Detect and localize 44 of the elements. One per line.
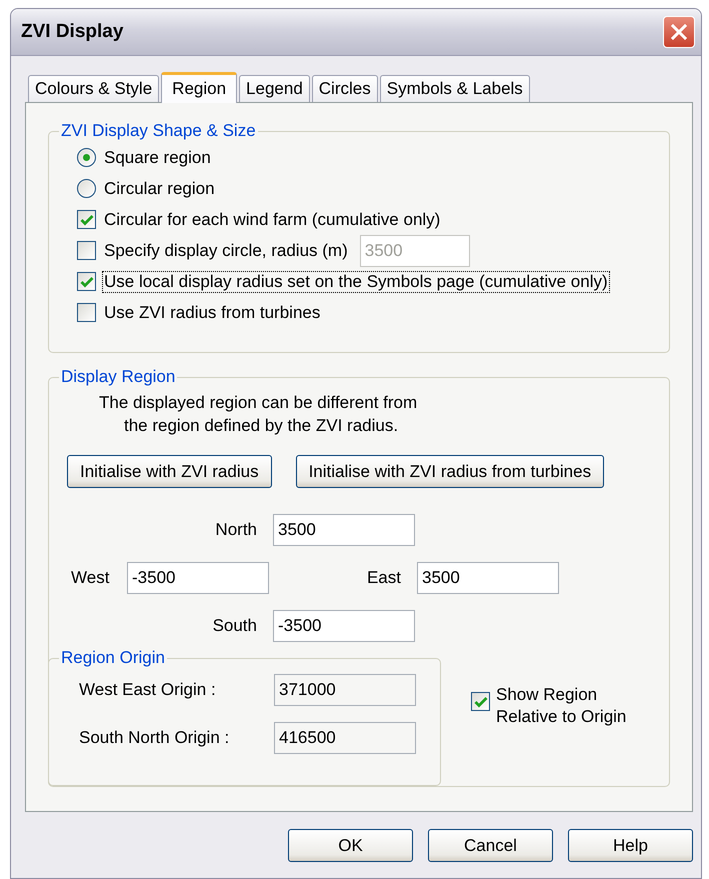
close-button[interactable] <box>663 16 695 48</box>
coordinate-field[interactable]: -3500 <box>127 562 269 594</box>
origin-field[interactable]: 371000 <box>274 674 416 706</box>
window-title: ZVI Display <box>21 21 124 43</box>
tab[interactable]: Legend <box>239 75 310 102</box>
tab[interactable]: Circles <box>312 75 378 102</box>
tab[interactable]: Region <box>161 72 238 103</box>
field-label: North <box>215 520 258 540</box>
group-title: ZVI Display Shape & Size <box>60 121 257 141</box>
field-label: West East Origin : <box>79 680 217 700</box>
option-label: Show Region Relative to Origin <box>496 684 628 728</box>
field-label: South <box>212 616 258 636</box>
field-label: South North Origin : <box>79 728 230 748</box>
radio-button[interactable] <box>77 179 96 198</box>
field-label: East <box>366 568 402 588</box>
radio-button[interactable] <box>77 148 96 167</box>
group-title: Region Origin <box>60 648 166 668</box>
option-label: Use local display radius set on the Symbols page (cumulative only) <box>102 270 610 292</box>
option-label: Specify display circle, radius (m) <box>103 240 349 262</box>
tab[interactable]: Colours & Style <box>28 75 160 102</box>
info-text: The displayed region can be different from <box>99 392 418 414</box>
coordinate-field[interactable]: -3500 <box>273 610 415 642</box>
initialise-button[interactable]: Initialise with ZVI radius <box>67 455 272 488</box>
origin-field[interactable]: 416500 <box>274 722 416 754</box>
checkbox[interactable] <box>471 692 490 711</box>
dialog-button[interactable]: OK <box>288 829 413 862</box>
option-label: Circular for each wind farm (cumulative only) <box>103 208 442 230</box>
option-label: Use ZVI radius from turbines <box>103 302 322 324</box>
option-label: Circular region <box>103 178 216 200</box>
info-text: the region defined by the ZVI radius. <box>123 415 400 437</box>
checkbox[interactable] <box>77 272 96 291</box>
coordinate-field[interactable]: 3500 <box>273 514 415 546</box>
initialise-button[interactable]: Initialise with ZVI radius from turbines <box>296 455 604 488</box>
coordinate-field[interactable]: 3500 <box>417 562 559 594</box>
option-label: Square region <box>103 146 212 168</box>
dialog-button[interactable]: Cancel <box>428 829 553 862</box>
group-title: Display Region <box>60 367 176 387</box>
checkbox[interactable] <box>77 210 96 229</box>
close-icon <box>670 23 688 41</box>
checkbox[interactable] <box>77 241 96 260</box>
dialog-button[interactable]: Help <box>568 829 693 862</box>
tab[interactable]: Symbols & Labels <box>380 75 530 102</box>
field-label: West <box>70 568 110 588</box>
checkbox[interactable] <box>77 303 96 322</box>
